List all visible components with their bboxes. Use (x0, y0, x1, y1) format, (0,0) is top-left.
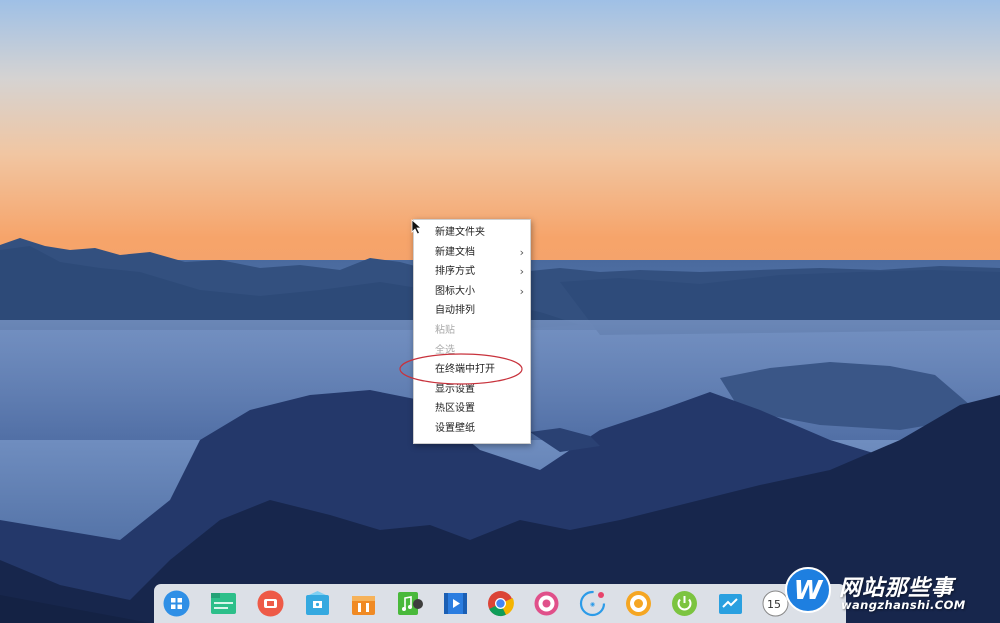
menu-item-auto-arrange[interactable]: 自动排列 (414, 301, 530, 321)
menu-item-new-folder[interactable]: 新建文件夹 (414, 223, 530, 243)
chevron-right-icon: › (519, 284, 524, 298)
menu-item-label: 新建文档 (435, 246, 475, 258)
menu-item-new-document[interactable]: 新建文档 › (414, 243, 530, 263)
app-store-icon[interactable] (304, 590, 331, 617)
settings-icon[interactable] (533, 590, 560, 617)
music-icon[interactable] (396, 590, 423, 617)
site-watermark: W 网站那些事 wangzhanshi.COM (784, 566, 1000, 618)
menu-item-label: 新建文件夹 (435, 227, 485, 238)
screenshot-icon[interactable] (625, 590, 652, 617)
clock-text: 15 (767, 598, 781, 611)
chrome-icon[interactable] (487, 590, 514, 617)
chevron-right-icon: › (519, 245, 524, 259)
menu-item-label: 热区设置 (435, 403, 475, 415)
annotation-ellipse (398, 352, 524, 386)
menu-item-hot-corner-settings[interactable]: 热区设置 (414, 399, 530, 419)
menu-item-label: 粘贴 (435, 324, 455, 336)
task-manager-icon[interactable] (717, 590, 744, 617)
watermark-url: wangzhanshi.COM (841, 598, 966, 612)
power-icon[interactable] (671, 590, 698, 617)
file-manager-icon[interactable] (210, 590, 237, 617)
screen-recorder-icon[interactable] (257, 590, 284, 617)
launcher-icon[interactable] (163, 590, 190, 617)
shopping-bag-icon[interactable] (350, 590, 377, 617)
menu-item-label: 设置壁纸 (435, 422, 475, 434)
desktop-context-menu: 新建文件夹 新建文档 › 排序方式 › 图标大小 › 自动排列 粘贴 全选 在终… (413, 219, 531, 444)
video-player-icon[interactable] (442, 590, 469, 617)
watermark-logo-icon: W (784, 566, 832, 614)
menu-item-set-wallpaper[interactable]: 设置壁纸 (414, 419, 530, 439)
menu-item-paste: 粘贴 (414, 321, 530, 341)
system-monitor-icon[interactable]: ◉ (579, 590, 606, 617)
menu-item-label: 图标大小 (435, 285, 475, 297)
chevron-right-icon: › (519, 265, 524, 279)
menu-item-label: 自动排列 (435, 305, 475, 317)
menu-item-label: 排序方式 (435, 266, 475, 278)
menu-item-sort-by[interactable]: 排序方式 › (414, 262, 530, 282)
mouse-cursor-icon (411, 219, 423, 235)
svg-text:◉: ◉ (590, 601, 595, 608)
dock: ◉ 15 (154, 584, 846, 623)
menu-item-icon-size[interactable]: 图标大小 › (414, 282, 530, 302)
watermark-badge-letter: W (794, 576, 824, 606)
